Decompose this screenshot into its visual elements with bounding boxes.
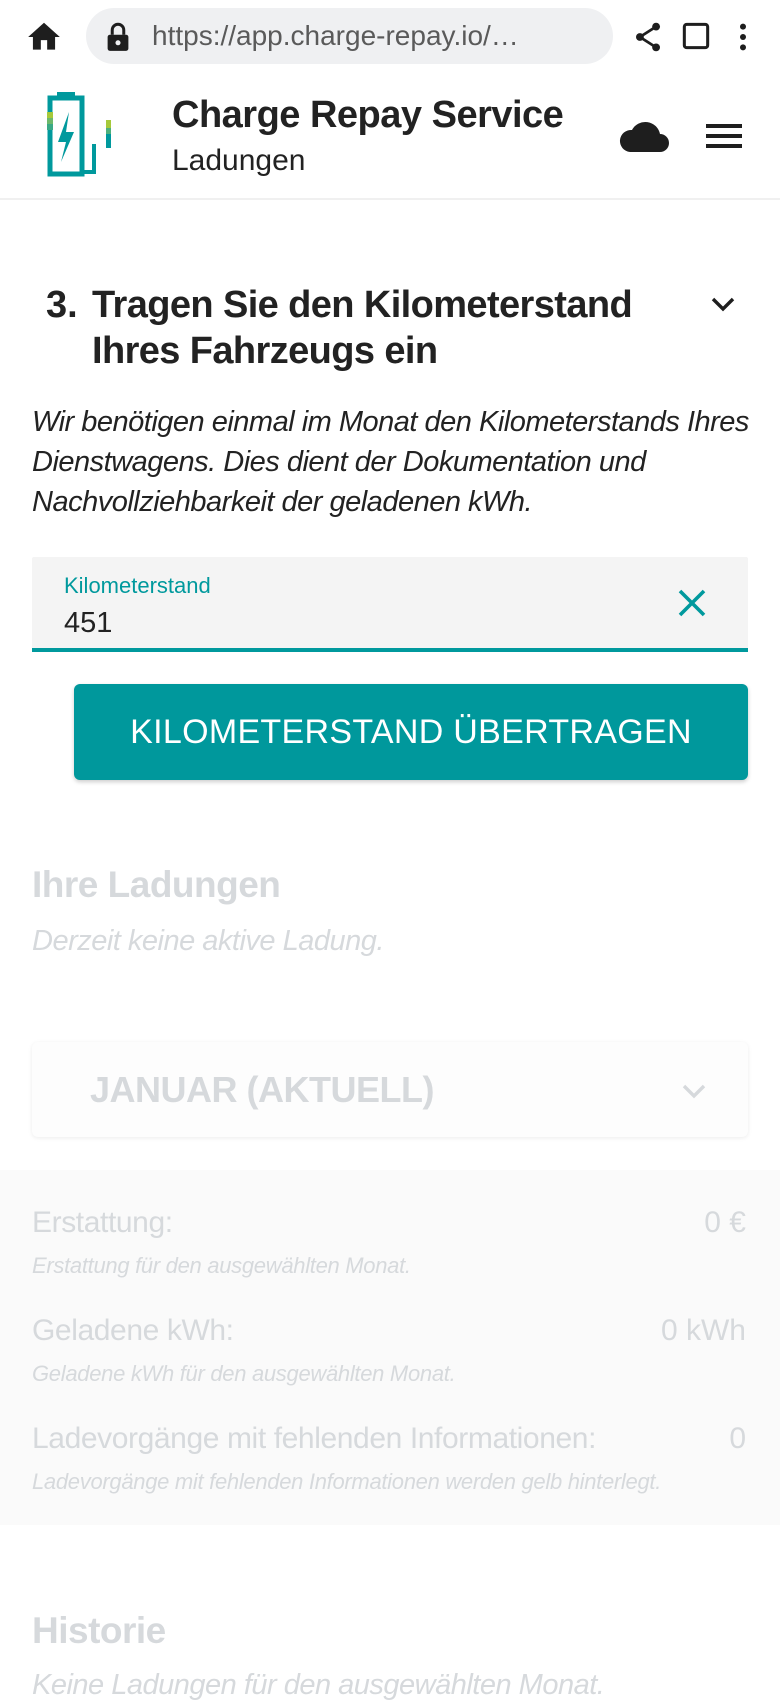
month-select[interactable]: JANUAR (AKTUELL) — [32, 1042, 748, 1137]
url-text[interactable]: https://app.charge-repay.io/… — [152, 18, 519, 54]
menu-icon[interactable] — [704, 122, 744, 150]
history-empty-text: Keine Ladungen für den ausgewählten Mona… — [32, 1669, 605, 1701]
tabs-icon[interactable] — [682, 22, 710, 50]
stat-hint-refund: Erstattung für den ausgewählten Monat. — [32, 1253, 411, 1278]
stat-value-kwh: 0 kWh — [660, 1314, 746, 1347]
kilometerstand-field[interactable]: Kilometerstand — [32, 557, 748, 652]
stat-value-missing-info: 0 — [729, 1422, 746, 1455]
page-subtitle: Ladungen — [172, 144, 306, 177]
lock-icon — [107, 22, 129, 51]
stat-label-refund: Erstattung: — [32, 1206, 173, 1239]
submit-kilometerstand-button[interactable]: KILOMETERSTAND ÜBERTRAGEN — [74, 684, 748, 780]
home-icon[interactable] — [24, 18, 64, 56]
stat-value-refund: 0 € — [704, 1206, 746, 1239]
step-number: 3. — [46, 284, 78, 326]
stat-label-kwh: Geladene kWh: — [32, 1314, 234, 1347]
monthly-stats: Erstattung: 0 € Erstattung für den ausge… — [0, 1170, 780, 1525]
logo-battery-icon[interactable] — [44, 92, 120, 182]
stat-hint-missing-info: Ladevorgänge mit fehlenden Informationen… — [32, 1469, 662, 1494]
stat-label-missing-info: Ladevorgänge mit fehlenden Informationen… — [32, 1422, 597, 1455]
chevron-down-icon[interactable] — [708, 292, 738, 316]
stat-hint-kwh: Geladene kWh für den ausgewählten Monat. — [32, 1361, 456, 1386]
history-title: Historie — [32, 1610, 166, 1651]
month-selected-label: JANUAR (AKTUELL) — [90, 1069, 434, 1110]
kilometerstand-label: Kilometerstand — [64, 573, 211, 598]
more-options-icon[interactable] — [736, 22, 750, 52]
clear-icon[interactable] — [676, 587, 708, 619]
chevron-down-icon — [682, 1084, 706, 1099]
app-title: Charge Repay Service — [172, 94, 564, 136]
charges-empty-text: Derzeit keine aktive Ladung. — [32, 925, 384, 957]
step-description: Wir benötigen einmal im Monat den Kilome… — [32, 406, 749, 518]
charges-title: Ihre Ladungen — [32, 864, 281, 905]
step-title[interactable]: Tragen Sie den Kilometerstand Ihres Fahr… — [92, 282, 652, 374]
cloud-icon[interactable] — [618, 118, 670, 154]
share-icon[interactable] — [634, 22, 662, 52]
kilometerstand-input[interactable] — [64, 605, 624, 641]
